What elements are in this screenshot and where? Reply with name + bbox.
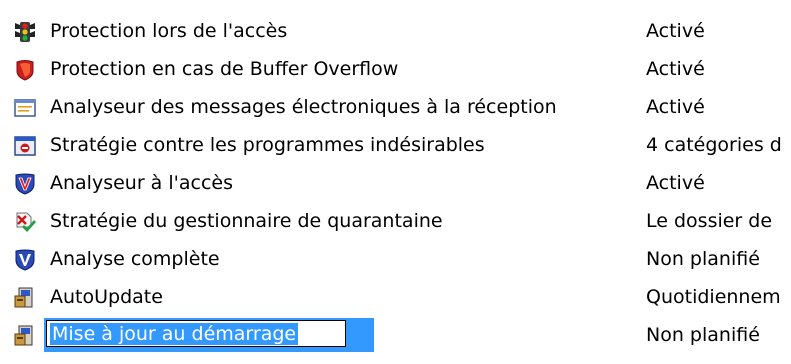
list-item-on-access-scanner[interactable]: Analyseur à l'accès Activé	[0, 164, 791, 202]
item-name: Analyseur à l'accès	[50, 172, 233, 194]
autoupdate-icon	[14, 325, 36, 347]
item-status: Activé	[646, 20, 705, 42]
item-status: Le dossier de	[646, 210, 773, 232]
scan-shield-icon	[14, 249, 36, 271]
item-name: Protection en cas de Buffer Overflow	[50, 58, 399, 80]
mcafee-shield-icon	[14, 173, 36, 195]
list-item-email-scanner[interactable]: Analyseur des messages électroniques à l…	[0, 88, 791, 126]
item-status: Non planifié	[646, 324, 760, 346]
item-status: Activé	[646, 172, 705, 194]
item-status: 4 catégories d	[646, 134, 782, 156]
autoupdate-icon	[14, 287, 36, 309]
item-status: Non planifié	[646, 248, 760, 270]
list-item-unwanted-programs[interactable]: Stratégie contre les programmes indésira…	[0, 126, 791, 164]
list-item-autoupdate[interactable]: AutoUpdate Quotidiennem	[0, 278, 791, 316]
email-scanner-icon	[14, 97, 36, 119]
item-status: Quotidiennem	[646, 286, 781, 308]
rename-input[interactable]	[46, 320, 346, 347]
task-list: Protection lors de l'accès Activé Protec…	[0, 0, 791, 364]
quarantine-icon	[14, 211, 36, 233]
item-name: Protection lors de l'accès	[50, 20, 288, 42]
item-name: AutoUpdate	[50, 286, 163, 308]
list-item-full-scan[interactable]: Analyse complète Non planifié	[0, 240, 791, 278]
list-item-quarantine[interactable]: Stratégie du gestionnaire de quarantaine…	[0, 202, 791, 240]
unwanted-programs-icon	[14, 135, 36, 157]
item-status: Activé	[646, 58, 705, 80]
rename-selection: Mise à jour au démarrage	[44, 318, 374, 352]
red-shield-icon	[14, 59, 36, 81]
item-name: Analyse complète	[50, 248, 220, 270]
list-item-buffer-overflow[interactable]: Protection en cas de Buffer Overflow Act…	[0, 50, 791, 88]
item-status: Activé	[646, 96, 705, 118]
item-name: Stratégie contre les programmes indésira…	[50, 134, 485, 156]
list-item-protection-acces[interactable]: Protection lors de l'accès Activé	[0, 12, 791, 50]
list-item-startup-update[interactable]: Mise à jour au démarrage Non planifié	[0, 316, 791, 354]
item-name: Stratégie du gestionnaire de quarantaine	[50, 210, 443, 232]
item-name: Analyseur des messages électroniques à l…	[50, 96, 557, 118]
traffic-light-icon	[14, 21, 36, 43]
